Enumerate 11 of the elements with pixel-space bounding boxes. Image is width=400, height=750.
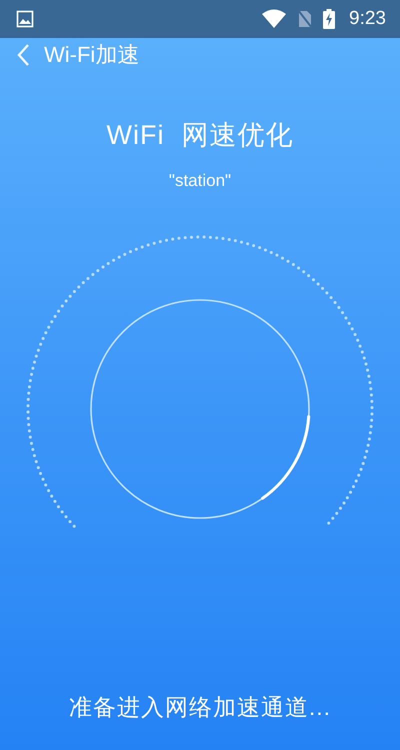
back-button[interactable] xyxy=(16,43,30,67)
clock: 9:23 xyxy=(349,8,386,30)
app-title: Wi-Fi加速 xyxy=(44,41,140,69)
image-icon xyxy=(16,10,34,28)
heading: WiFi 网速优化 xyxy=(106,119,294,152)
status-message: 准备进入网络加速通道... xyxy=(68,693,332,722)
network-name: "station" xyxy=(168,171,232,191)
wifi-icon xyxy=(261,9,288,29)
no-sim-icon xyxy=(297,9,314,29)
back-icon xyxy=(16,43,30,67)
battery-charging-icon xyxy=(323,9,336,29)
